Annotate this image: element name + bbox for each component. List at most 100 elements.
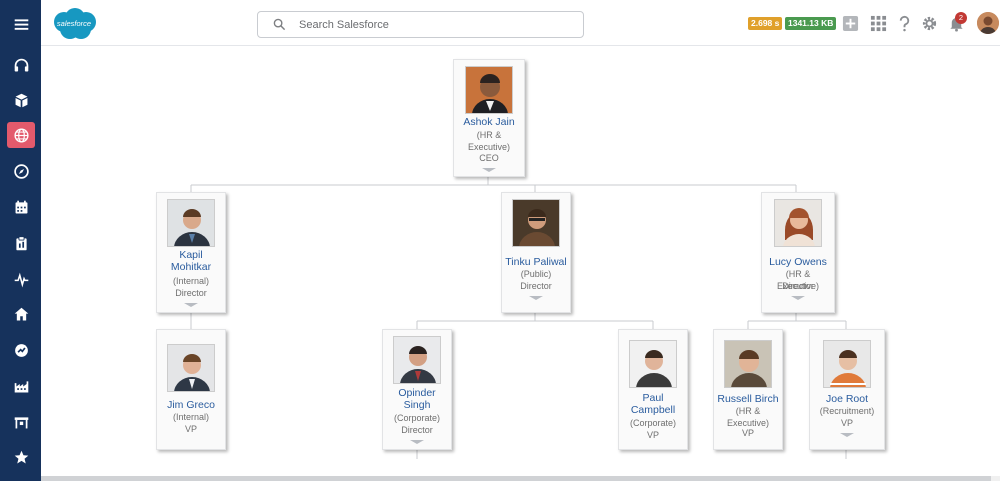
avatar bbox=[774, 199, 822, 247]
question-icon bbox=[899, 15, 909, 31]
employee-department: (HR & Executive) bbox=[726, 406, 770, 428]
employee-title: VP bbox=[741, 428, 754, 438]
org-card-jim-greco[interactable]: Jim Greco (Internal) VP bbox=[156, 329, 226, 450]
hamburger-icon bbox=[14, 18, 28, 30]
avatar bbox=[167, 344, 215, 392]
expand-caret-icon[interactable] bbox=[791, 296, 805, 300]
setup-button[interactable] bbox=[920, 14, 938, 32]
employee-name: Russell Birch bbox=[717, 393, 779, 405]
app-window: salesforce 2.698 s 1341.13 KB 2 bbox=[0, 0, 1000, 481]
rail-item-store[interactable] bbox=[7, 409, 35, 435]
expand-caret-icon[interactable] bbox=[410, 440, 424, 444]
search-icon bbox=[273, 18, 286, 31]
rail-item-home[interactable] bbox=[7, 301, 35, 327]
expand-caret-icon[interactable] bbox=[482, 168, 496, 172]
compass-icon bbox=[13, 163, 29, 179]
rail-item-favorites[interactable] bbox=[7, 444, 35, 470]
employee-name: Ashok Jain bbox=[463, 116, 515, 128]
globe-icon bbox=[13, 127, 29, 143]
global-header: salesforce 2.698 s 1341.13 KB 2 bbox=[41, 0, 1000, 46]
employee-title: VP bbox=[646, 430, 659, 440]
memory-badge: 1341.13 KB bbox=[785, 17, 837, 30]
employee-title: Director bbox=[782, 281, 814, 291]
add-button[interactable] bbox=[841, 14, 859, 32]
help-button[interactable] bbox=[895, 14, 913, 32]
employee-name: Lucy Owens bbox=[769, 256, 827, 268]
employee-name: Joe Root bbox=[825, 393, 869, 405]
expand-caret-icon[interactable] bbox=[184, 303, 198, 307]
org-card-tinku-paliwal[interactable]: Tinku Paliwal (Public) Director bbox=[501, 192, 571, 313]
employee-department: (Recruitment) bbox=[819, 406, 875, 416]
notification-count-badge: 2 bbox=[955, 12, 967, 24]
user-avatar[interactable] bbox=[977, 12, 999, 34]
employee-title: Director bbox=[401, 425, 433, 435]
user-photo-icon bbox=[977, 12, 999, 34]
rail-item-activity[interactable] bbox=[7, 266, 35, 292]
pulse-icon bbox=[14, 272, 28, 287]
employee-title: VP bbox=[184, 424, 197, 434]
org-card-lucy-owens[interactable]: Lucy Owens (HR & Executive) Director bbox=[761, 192, 835, 313]
rail-item-tasks[interactable] bbox=[7, 230, 35, 256]
employee-department: (Corporate) bbox=[393, 413, 440, 423]
clipboard-icon bbox=[15, 235, 27, 250]
logo-text: salesforce bbox=[56, 19, 92, 28]
avatar bbox=[512, 199, 560, 247]
employee-name: Tinku Paliwal bbox=[505, 256, 567, 268]
avatar bbox=[629, 340, 677, 388]
org-card-russell-birch[interactable]: Russell Birch (HR & Executive) VP bbox=[713, 329, 783, 450]
org-card-kapil-mohitkar[interactable]: Kapil Mohitkar (Internal) Director bbox=[156, 192, 226, 313]
app-launcher-button[interactable] bbox=[869, 14, 887, 32]
avatar bbox=[724, 340, 772, 388]
rail-item-accounts[interactable] bbox=[7, 373, 35, 399]
employee-title: Director bbox=[175, 288, 207, 298]
rail-item-dashboard[interactable] bbox=[7, 337, 35, 363]
org-card-ashok-jain[interactable]: Ashok Jain (HR & Executive) CEO bbox=[453, 59, 525, 177]
gear-icon bbox=[922, 16, 936, 30]
scrollbar-thumb[interactable] bbox=[41, 476, 991, 481]
org-card-paul-campbell[interactable]: Paul Campbell (Corporate) VP bbox=[618, 329, 688, 450]
page-time-badge: 2.698 s bbox=[748, 17, 783, 30]
employee-name: Opinder Singh bbox=[398, 387, 436, 411]
search-input[interactable] bbox=[299, 15, 569, 34]
avatar bbox=[465, 66, 513, 114]
employee-title: VP bbox=[840, 418, 853, 428]
home-icon bbox=[14, 307, 28, 320]
avatar bbox=[393, 336, 441, 384]
gauge-icon bbox=[14, 343, 28, 357]
calendar-icon bbox=[15, 200, 27, 213]
employee-name: Jim Greco bbox=[167, 399, 215, 411]
rail-item-products[interactable] bbox=[7, 87, 35, 113]
headset-icon bbox=[14, 58, 28, 71]
employee-title: CEO bbox=[479, 153, 499, 163]
plus-icon bbox=[842, 15, 858, 31]
employee-department: (Internal) bbox=[172, 412, 209, 422]
cube-icon bbox=[15, 93, 27, 107]
employee-department: (Corporate) bbox=[629, 418, 676, 428]
rail-item-org-chart[interactable] bbox=[7, 122, 35, 148]
employee-department: (HR & Executive) bbox=[467, 130, 511, 152]
expand-caret-icon[interactable] bbox=[840, 433, 854, 437]
expand-caret-icon[interactable] bbox=[529, 296, 543, 300]
rail-item-support[interactable] bbox=[7, 52, 35, 78]
left-nav-rail bbox=[0, 0, 41, 481]
employee-title: Director bbox=[520, 281, 552, 291]
avatar bbox=[823, 340, 871, 388]
factory-icon bbox=[14, 380, 28, 392]
salesforce-logo[interactable]: salesforce bbox=[50, 7, 98, 41]
rail-item-explore[interactable] bbox=[7, 158, 35, 184]
global-search[interactable] bbox=[257, 11, 584, 38]
horizontal-scrollbar[interactable] bbox=[41, 476, 1000, 481]
rail-item-calendar[interactable] bbox=[7, 194, 35, 220]
storefront-icon bbox=[14, 416, 28, 428]
star-icon bbox=[14, 450, 28, 463]
employee-name: Kapil Mohitkar bbox=[170, 249, 212, 273]
org-chart: Ashok Jain (HR & Executive) CEO Kapil Mo… bbox=[41, 47, 1000, 481]
avatar bbox=[167, 199, 215, 247]
employee-name: Paul Campbell bbox=[630, 392, 676, 416]
menu-button[interactable] bbox=[7, 11, 35, 37]
app-grid-icon bbox=[870, 15, 886, 31]
org-card-opinder-singh[interactable]: Opinder Singh (Corporate) Director bbox=[382, 329, 452, 450]
org-card-joe-root[interactable]: Joe Root (Recruitment) VP bbox=[809, 329, 885, 450]
employee-department: (Internal) bbox=[172, 276, 209, 286]
employee-department: (Public) bbox=[520, 269, 552, 279]
